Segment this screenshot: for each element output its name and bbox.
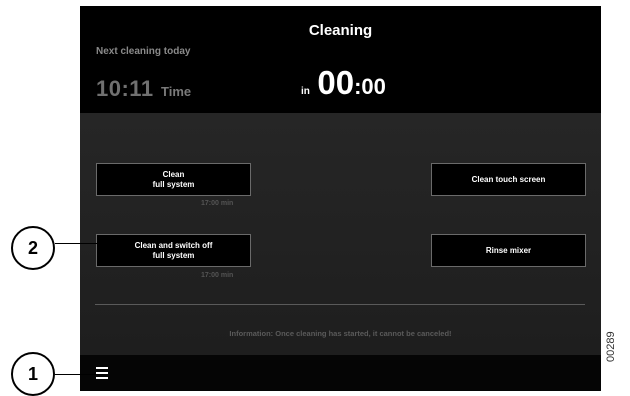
information-text: Information: Once cleaning has started, … [229,329,452,338]
page-title: Cleaning [308,22,373,39]
main-panel: Clean full system 17:00 min Clean and sw… [80,113,601,355]
countdown: in 00:00 [301,64,386,102]
countdown-hours: 00 [317,64,355,101]
clean-full-system-button[interactable]: Clean full system [96,163,251,196]
clean-switch-off-duration: 17:00 min [201,272,234,279]
footer-bar [80,355,601,391]
callout-2-line [55,243,113,244]
divider [95,304,585,305]
callout-1: 1 [11,352,55,396]
rinse-mixer-button[interactable]: Rinse mixer [431,234,586,267]
in-label: in [301,86,310,97]
clean-full-duration: 17:00 min [201,200,234,207]
callout-2: 2 [11,226,55,270]
button-label-line2: full system [152,250,195,260]
figure-id: 00289 [605,331,617,362]
time-label: Time [161,84,192,99]
callout-1-line [55,374,105,375]
time-value: 10:11 [96,76,154,101]
clean-and-switch-off-button[interactable]: Clean and switch off full system [96,234,251,267]
button-label-line1: Clean and switch off [134,240,213,250]
button-label: Rinse mixer [485,245,532,255]
button-label-line2: full system [152,179,195,189]
header: Cleaning Next cleaning today 10:11 Time … [80,6,601,113]
clean-touch-screen-button[interactable]: Clean touch screen [431,163,586,196]
button-label-line1: Clean [162,169,185,179]
menu-icon[interactable] [96,367,108,379]
cleaning-screen: Cleaning Next cleaning today 10:11 Time … [80,6,601,391]
next-cleaning-time: 10:11 Time [96,76,191,102]
countdown-minutes: :00 [354,74,386,99]
button-label: Clean touch screen [471,174,546,184]
next-cleaning-label: Next cleaning today [96,46,191,57]
